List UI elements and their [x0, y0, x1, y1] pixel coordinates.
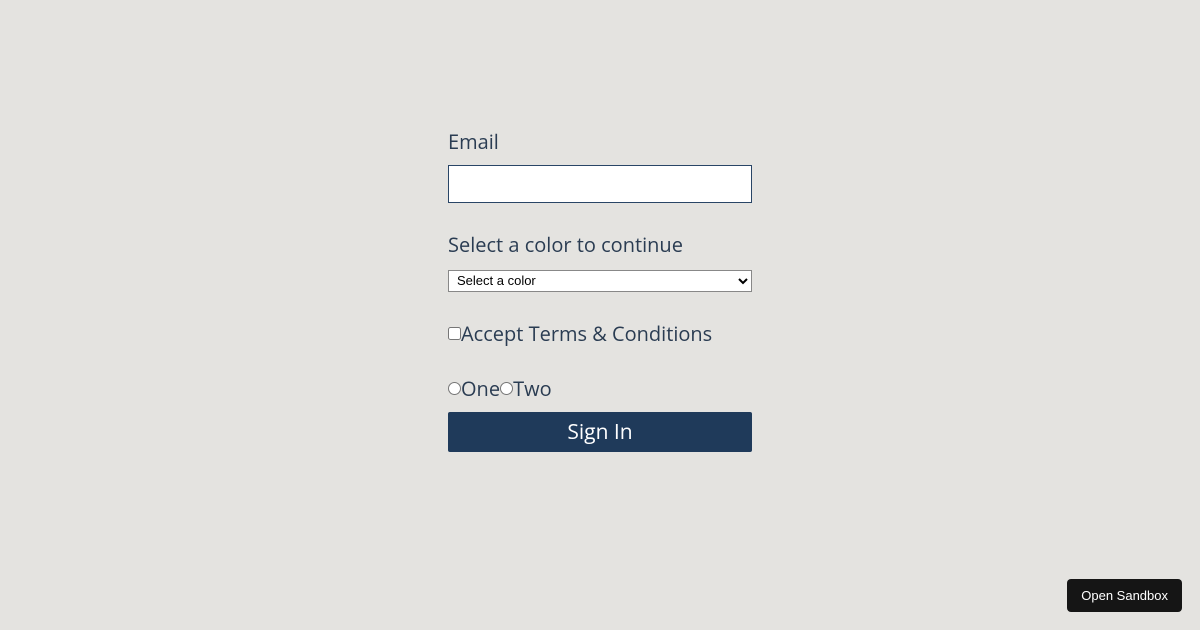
terms-label: Accept Terms & Conditions — [461, 320, 712, 347]
open-sandbox-button[interactable]: Open Sandbox — [1067, 579, 1182, 612]
signin-form: Email Select a color to continue Select … — [448, 128, 752, 452]
terms-group: Accept Terms & Conditions — [448, 320, 752, 347]
color-label: Select a color to continue — [448, 231, 752, 258]
email-group: Email — [448, 128, 752, 203]
terms-checkbox[interactable] — [448, 327, 461, 340]
radio-group: One Two Sign In — [448, 375, 752, 452]
radio-one-label: One — [461, 375, 500, 402]
radio-two[interactable] — [500, 382, 513, 395]
email-input[interactable] — [448, 165, 752, 203]
color-select[interactable]: Select a color — [448, 270, 752, 292]
email-label: Email — [448, 128, 752, 155]
radio-one[interactable] — [448, 382, 461, 395]
color-group: Select a color to continue Select a colo… — [448, 231, 752, 292]
radio-two-label: Two — [513, 375, 552, 402]
signin-button[interactable]: Sign In — [448, 412, 752, 452]
